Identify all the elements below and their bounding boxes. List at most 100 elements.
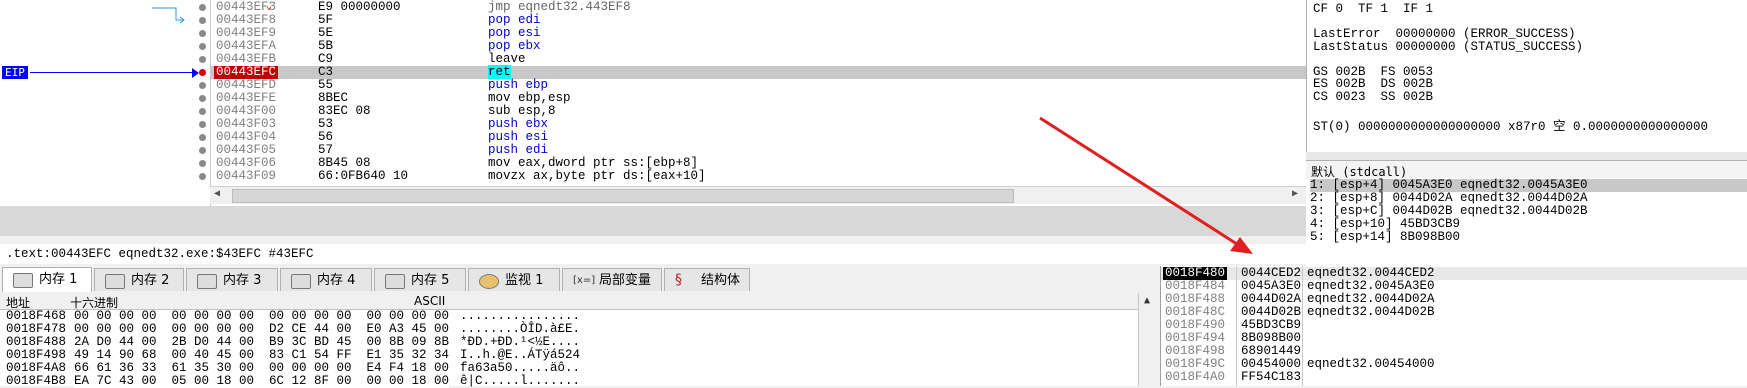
- tab-label: 监视 1: [505, 273, 544, 288]
- disassembly-row[interactable]: 00443F05 57 push edi: [210, 144, 1306, 157]
- breakpoint-slot-icon[interactable]: [199, 160, 206, 167]
- tab-label: 内存 4: [317, 273, 356, 288]
- disassembly-row[interactable]: 00443F00 83EC 08 sub esp,8: [210, 105, 1306, 118]
- tab-2[interactable]: 内存 2: [94, 268, 184, 291]
- register-line[interactable]: CS 0023 SS 002B: [1313, 90, 1433, 104]
- breakpoint-slot-icon[interactable]: [199, 134, 206, 141]
- memory-icon: [105, 274, 125, 289]
- register-line[interactable]: CF 0 TF 1 IF 1: [1313, 2, 1433, 16]
- disassembly-pane[interactable]: EIP 00443EF3 E9 00000000 jmp eqnedt32.443E…: [0, 0, 1306, 206]
- breakpoint-slot-icon[interactable]: [199, 30, 206, 37]
- disassembly-horizontal-scrollbar[interactable]: ◀ ▶: [210, 186, 1306, 204]
- call-convention-header[interactable]: 默认 (stdcall): [1306, 160, 1747, 180]
- breakpoint-slot-icon[interactable]: [199, 147, 206, 154]
- stack-row[interactable]: 0018F4A0 FF54C183: [1161, 371, 1747, 384]
- tab-4[interactable]: 内存 4: [280, 268, 372, 291]
- disassembly-row[interactable]: 00443EFB C9 leave: [210, 53, 1306, 66]
- breakpoint-slot-icon[interactable]: [199, 173, 206, 180]
- instruction-operands: ax,byte ptr ds:[eax+10]: [533, 169, 706, 183]
- memory-icon: [385, 274, 405, 289]
- instruction-operands: eqnedt32.443EF8: [518, 0, 631, 14]
- breakpoint-dot-icon[interactable]: [199, 69, 206, 76]
- tab-8[interactable]: § 结构体: [664, 268, 750, 291]
- jump-arrow-icon: [152, 7, 185, 24]
- breakpoint-slot-icon[interactable]: [199, 43, 206, 50]
- disassembly-row[interactable]: 00443EF8 5F pop edi: [210, 14, 1306, 27]
- struct-icon: §: [675, 272, 682, 288]
- instruction-mnemonic: pop: [488, 26, 511, 40]
- instruction-address: 00443F09: [216, 169, 277, 183]
- register-line[interactable]: LastStatus 00000000 (STATUS_SUCCESS): [1313, 40, 1583, 54]
- tab-5[interactable]: 内存 5: [374, 268, 466, 291]
- dump-tab-bar: 内存 1 内存 2 内存 3 内存 4 内存 5 监视 1 [x=] 局部变量 § 结构体: [0, 266, 1160, 294]
- tab-label: 内存 3: [223, 273, 262, 288]
- breakpoint-slot-icon[interactable]: [199, 82, 206, 89]
- stack-divider: [1236, 266, 1237, 386]
- tab-label: 结构体: [701, 273, 741, 288]
- instruction-operands: esi: [518, 26, 541, 40]
- call-argument-line[interactable]: 5: [esp+14] 8B098B00: [1310, 231, 1460, 244]
- instruction-mnemonic: sub: [488, 104, 511, 118]
- instruction-mnemonic: pop: [488, 13, 511, 27]
- disassembly-gutter[interactable]: [0, 0, 210, 186]
- register-line[interactable]: ST(0) 0000000000000000000 x87r0 空 0.0000…: [1313, 115, 1708, 134]
- tab-7[interactable]: [x=] 局部变量: [562, 268, 662, 291]
- memory-dump-pane[interactable]: 0018F468 00 00 00 00 00 00 00 00 00 00 00…: [0, 310, 1160, 388]
- instruction-operands: edi: [525, 143, 549, 157]
- instruction-mnemonic: leave: [488, 52, 526, 66]
- tab-label: 内存 2: [131, 273, 170, 288]
- instruction-mnemonic: movzx: [488, 169, 526, 183]
- disassembly-row[interactable]: 00443EF9 5E pop esi: [210, 27, 1306, 40]
- scroll-right-icon[interactable]: ▶: [1292, 188, 1298, 199]
- tab-label: 内存 5: [411, 273, 450, 288]
- breakpoint-slot-icon[interactable]: [199, 95, 206, 102]
- memory-icon: [197, 274, 217, 289]
- breakpoint-slot-icon[interactable]: [199, 4, 206, 11]
- instruction-mnemonic: push: [488, 78, 519, 92]
- scroll-up-icon[interactable]: ▲: [1144, 295, 1150, 306]
- instruction-mnemonic: ret: [488, 65, 511, 79]
- instruction-operands: ebx: [518, 39, 541, 53]
- instruction-operands: esp,8: [518, 104, 556, 118]
- instruction-mnemonic: push: [488, 117, 519, 131]
- instruction-text: movzx ax,byte ptr ds:[eax+10]: [488, 170, 706, 183]
- disassembly-row[interactable]: 00443EF3 E9 00000000 jmp eqnedt32.443EF8: [210, 1, 1306, 14]
- registers-pane[interactable]: CF 0 TF 1 IF 1 LastError 00000000 (ERROR_…: [1306, 0, 1747, 152]
- scroll-left-icon[interactable]: ◀: [214, 188, 220, 199]
- eip-marker: EIP: [2, 66, 28, 79]
- breakpoint-slot-icon[interactable]: [199, 108, 206, 115]
- registers-scrollbar[interactable]: [1306, 152, 1747, 160]
- stack-address: 0018F4A0: [1165, 370, 1226, 384]
- instruction-operands: ebx: [525, 117, 549, 131]
- instruction-mnemonic: pop: [488, 39, 511, 53]
- tab-3[interactable]: 内存 3: [186, 268, 278, 291]
- instruction-operands: edi: [518, 13, 541, 27]
- tab-1[interactable]: 内存 1: [2, 267, 92, 292]
- watch-icon: [479, 274, 499, 289]
- stack-comment: eqnedt32.00454000: [1307, 357, 1435, 371]
- info-separator: [0, 206, 1306, 236]
- disassembly-row[interactable]: 00443F09 66:0FB640 10 movzx ax,byte ptr ds…: [210, 170, 1306, 183]
- scroll-thumb[interactable]: [232, 189, 1014, 203]
- disassembly-row[interactable]: 00443F03 53 push ebx: [210, 118, 1306, 131]
- disassembly-row[interactable]: 00443EFD 55 push ebp: [210, 79, 1306, 92]
- stack-divider: [1302, 266, 1303, 386]
- disassembly-row[interactable]: 00443EFE 8BEC mov ebp,esp: [210, 92, 1306, 105]
- disassembly-row[interactable]: 00443F04 56 push esi: [210, 131, 1306, 144]
- eip-arrow-line: [30, 72, 194, 73]
- instruction-mnemonic: mov: [488, 156, 511, 170]
- dump-row[interactable]: 0018F4B8 EA 7C 43 00 05 00 18 00 6C 12 8F…: [0, 375, 1138, 388]
- call-arguments-pane[interactable]: 1: [esp+4] 0045A3E0 eqnedt32.0045A3E0 2: …: [1306, 178, 1747, 266]
- instruction-mnemonic: push: [488, 143, 519, 157]
- disassembly-row[interactable]: 00443EFA 5B pop ebx: [210, 40, 1306, 53]
- tab-6[interactable]: 监视 1: [468, 268, 560, 291]
- breakpoint-slot-icon[interactable]: [199, 17, 206, 24]
- breakpoint-slot-icon[interactable]: [199, 121, 206, 128]
- instruction-operands: ebp,esp: [518, 91, 571, 105]
- dump-vertical-scrollbar[interactable]: ▲: [1138, 293, 1161, 386]
- disassembly-row[interactable]: 00443EFC C3 ret: [210, 65, 1306, 79]
- tab-label: 内存 1: [39, 272, 78, 287]
- instruction-operands: esi: [525, 130, 549, 144]
- stack-pane[interactable]: 0018F480 0044CED2 eqnedt32.0044CED2 0018F48…: [1160, 266, 1747, 386]
- breakpoint-slot-icon[interactable]: [199, 56, 206, 63]
